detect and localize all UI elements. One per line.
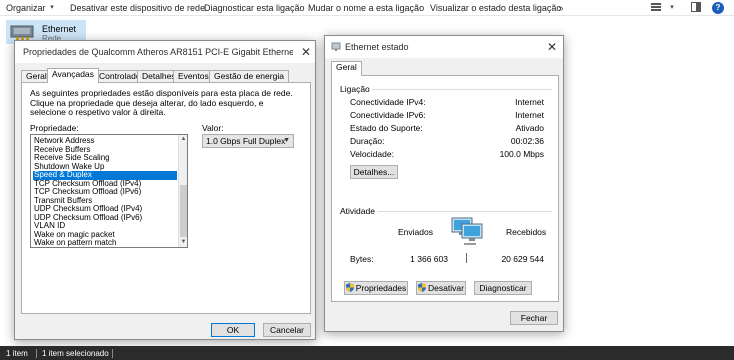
disable-button[interactable]: Desativar bbox=[416, 281, 466, 295]
status-row-label: Estado do Suporte: bbox=[350, 123, 423, 133]
tab-gestao-energia[interactable]: Gestão de energia bbox=[209, 70, 289, 82]
status-row-value: 00:02:36 bbox=[510, 136, 544, 146]
more-options-icon[interactable]: » bbox=[555, 2, 567, 14]
shield-icon bbox=[418, 283, 427, 292]
chevron-down-icon[interactable]: ▾ bbox=[46, 2, 58, 14]
value-dropdown-text: 1.0 Gbps Full Duplex bbox=[206, 136, 286, 146]
connection-divider bbox=[372, 89, 552, 90]
advanced-description: As seguintes propriedades estão disponív… bbox=[30, 88, 293, 117]
status-row-value: Ativado bbox=[515, 123, 544, 133]
tab-geral[interactable]: Geral bbox=[331, 61, 362, 76]
status-row-value: 100.0 Mbps bbox=[499, 149, 544, 159]
property-list-item[interactable]: Wake on pattern match bbox=[33, 238, 177, 247]
help-icon[interactable]: ? bbox=[712, 2, 724, 14]
tab-avancadas[interactable]: Avançadas bbox=[47, 68, 99, 83]
scroll-down-icon[interactable]: ▼ bbox=[179, 238, 187, 247]
status-row-label: Conectividade IPv4: bbox=[350, 97, 426, 107]
sent-label: Enviados bbox=[398, 227, 433, 237]
bytes-label: Bytes: bbox=[350, 254, 374, 264]
disable-button-label: Desativar bbox=[428, 283, 464, 293]
bytes-received-value: 20 629 544 bbox=[501, 254, 544, 264]
activity-divider bbox=[378, 211, 552, 212]
chevron-down-icon: ▼ bbox=[283, 137, 290, 144]
explorer-status-bar: 1 item 1 item selecionado bbox=[0, 346, 734, 360]
value-dropdown[interactable]: 1.0 Gbps Full Duplex ▼ bbox=[202, 134, 294, 148]
status-tab-page: Ligação Conectividade IPv4: Internet Conec… bbox=[331, 75, 559, 302]
scrollbar-thumb[interactable] bbox=[180, 185, 187, 237]
scroll-up-icon[interactable]: ▲ bbox=[179, 135, 187, 144]
received-label: Recebidos bbox=[506, 227, 547, 237]
network-adapter-icon bbox=[10, 23, 36, 41]
status-separator bbox=[112, 349, 113, 358]
status-title-bar[interactable]: Ethernet estado ✕ bbox=[325, 36, 563, 58]
details-button[interactable]: Detalhes... bbox=[350, 165, 398, 179]
status-separator bbox=[36, 349, 37, 358]
diagnose-button[interactable]: Diagnosticar bbox=[474, 281, 532, 295]
selected-count: 1 item selecionado bbox=[42, 349, 109, 358]
view-status-button[interactable]: Visualizar o estado desta ligação bbox=[430, 3, 561, 13]
properties-title-bar[interactable]: Propriedades de Qualcomm Atheros AR8151 … bbox=[15, 41, 315, 63]
adapter-properties-window: Propriedades de Qualcomm Atheros AR8151 … bbox=[14, 40, 316, 340]
status-row-label: Conectividade IPv6: bbox=[350, 110, 426, 120]
ethernet-status-window: Ethernet estado ✕ Geral Ligação Conectiv… bbox=[324, 35, 564, 332]
network-icon bbox=[331, 42, 341, 54]
property-label: Propriedade: bbox=[30, 123, 79, 133]
item-count: 1 item bbox=[6, 349, 28, 358]
ok-button[interactable]: OK bbox=[211, 323, 255, 337]
status-tabs: Geral bbox=[331, 61, 411, 76]
close-icon[interactable]: ✕ bbox=[545, 40, 559, 54]
rename-connection-button[interactable]: Mudar o nome a esta ligação bbox=[308, 3, 424, 13]
advanced-tab-page: As seguintes propriedades estão disponív… bbox=[21, 82, 311, 314]
tab-eventos[interactable]: Eventos bbox=[173, 70, 214, 82]
activity-divider-line bbox=[466, 253, 467, 263]
property-list-scrollbar[interactable]: ▲ ▼ bbox=[178, 135, 187, 247]
properties-window-title: Propriedades de Qualcomm Atheros AR8151 … bbox=[23, 47, 293, 57]
properties-button[interactable]: Propriedades bbox=[344, 281, 408, 295]
status-row-label: Duração: bbox=[350, 136, 385, 146]
properties-tabs: Geral Avançadas Controlador Detalhes Eve… bbox=[21, 68, 311, 83]
status-window-title: Ethernet estado bbox=[345, 42, 409, 52]
preview-pane-icon[interactable] bbox=[690, 2, 702, 14]
close-icon[interactable]: ✕ bbox=[299, 45, 313, 59]
value-label: Valor: bbox=[202, 123, 224, 133]
status-row-value: Internet bbox=[515, 110, 544, 120]
close-button[interactable]: Fechar bbox=[510, 311, 558, 325]
cancel-button[interactable]: Cancelar bbox=[263, 323, 311, 337]
activity-group-title: Atividade bbox=[340, 206, 375, 216]
organize-button[interactable]: Organizar bbox=[6, 3, 46, 13]
disable-device-button[interactable]: Desativar este dispositivo de rede bbox=[70, 3, 205, 13]
explorer-command-bar: Organizar ▾ Desativar este dispositivo d… bbox=[0, 0, 734, 16]
property-listbox[interactable]: Network Address Receive Buffers Receive Si… bbox=[30, 134, 188, 248]
status-row-value: Internet bbox=[515, 97, 544, 107]
network-activity-icon bbox=[450, 216, 484, 248]
properties-button-label: Propriedades bbox=[355, 283, 407, 293]
view-dropdown-icon[interactable]: ▾ bbox=[666, 2, 678, 14]
adapter-name: Ethernet bbox=[42, 24, 77, 34]
diagnose-connection-button[interactable]: Diagnosticar esta ligação bbox=[204, 3, 305, 13]
status-row-label: Velocidade: bbox=[350, 149, 394, 159]
connection-group-title: Ligação bbox=[340, 84, 370, 94]
shield-icon bbox=[345, 283, 354, 292]
view-options-icon[interactable] bbox=[650, 2, 662, 14]
bytes-sent-value: 1 366 603 bbox=[410, 254, 448, 264]
